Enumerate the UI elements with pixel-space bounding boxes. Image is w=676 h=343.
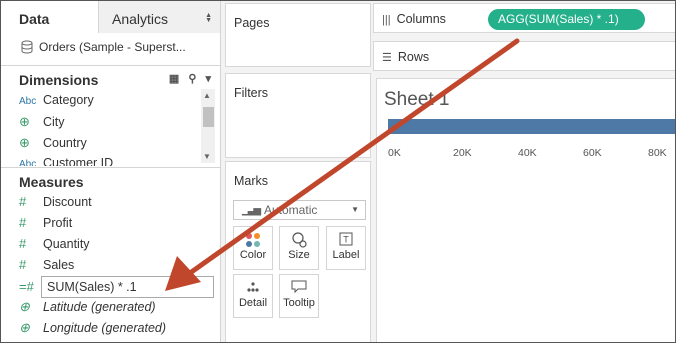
detail-icon: [234, 275, 272, 297]
dimensions-header: Dimensions ▦ ⚲ ▾: [1, 65, 221, 91]
chevron-down-icon: ▼: [351, 205, 359, 214]
filters-title: Filters: [234, 86, 269, 100]
text-label-icon: T: [327, 227, 365, 249]
mark-type-label: Automatic: [264, 203, 318, 217]
tab-data[interactable]: Data: [1, 1, 98, 33]
columns-text: Columns: [396, 12, 446, 26]
data-pane: Data Analytics ▲ ▼ Orders (Sample - Super…: [1, 1, 221, 342]
tableau-window: Data Analytics ▲ ▼ Orders (Sample - Super…: [0, 0, 676, 343]
number-type-icon: #: [19, 194, 27, 209]
measure-longitude[interactable]: ⊕ Longitude (generated): [19, 320, 166, 340]
pane-tabs: Data Analytics ▲ ▼: [1, 1, 221, 33]
tooltip-button[interactable]: Tooltip: [279, 274, 319, 318]
detail-label: Detail: [238, 297, 268, 309]
columns-icon: |||: [382, 14, 391, 26]
calc-field-name-input[interactable]: [41, 276, 214, 298]
pages-title: Pages: [234, 16, 270, 30]
size-label: Size: [288, 249, 310, 261]
measures-header: Measures: [1, 167, 221, 193]
string-type-icon: Abc: [19, 96, 37, 107]
pages-card[interactable]: Pages: [225, 3, 371, 67]
dimension-city-label: City: [43, 115, 65, 129]
rows-text: Rows: [397, 50, 430, 64]
dimension-country-label: Country: [43, 136, 87, 150]
database-icon: [21, 40, 33, 54]
measures-title: Measures: [19, 174, 84, 190]
number-type-icon: #: [19, 236, 27, 251]
list-view-icon[interactable]: ▦: [169, 73, 179, 85]
globe-icon: ⊕: [19, 135, 30, 150]
sheet-title[interactable]: Sheet 1: [384, 89, 450, 111]
dimensions-scrollbar[interactable]: ▲ ▼: [201, 89, 215, 163]
columns-shelf-label: ||| Columns: [382, 12, 446, 26]
dimensions-title: Dimensions: [19, 72, 99, 88]
measure-quantity-label: Quantity: [43, 237, 90, 251]
datasource-item[interactable]: Orders (Sample - Superst...: [1, 34, 221, 62]
marks-card: Marks ▁▃▅ Automatic ▼ Color Size T Label…: [225, 161, 371, 342]
rows-shelf[interactable]: ☰ Rows: [373, 41, 675, 71]
color-icon: [234, 227, 272, 249]
scroll-thumb[interactable]: [203, 107, 214, 127]
size-button[interactable]: Size: [279, 226, 319, 270]
number-type-icon: #: [19, 215, 27, 230]
dimensions-tools: ▦ ⚲ ▾: [163, 72, 211, 85]
measure-latitude[interactable]: ⊕ Latitude (generated): [19, 299, 156, 319]
measure-sales[interactable]: # Sales: [19, 257, 74, 277]
tab-analytics-label: Analytics: [112, 11, 169, 27]
dimension-city[interactable]: ⊕ City: [19, 114, 65, 134]
cards-area: Pages Filters Marks ▁▃▅ Automatic ▼ Colo…: [222, 1, 372, 342]
dimension-customer-id[interactable]: Abc Customer ID: [19, 156, 113, 166]
measure-discount[interactable]: # Discount: [19, 194, 92, 214]
rows-shelf-label: ☰ Rows: [382, 50, 429, 64]
color-label: Color: [239, 249, 267, 261]
calculated-number-icon: =#: [19, 279, 34, 294]
marks-title: Marks: [234, 174, 269, 188]
size-icon: [280, 227, 318, 249]
number-type-icon: #: [19, 257, 27, 272]
bar-chart-icon: ▁▃▅: [242, 205, 261, 216]
rows-icon: ☰: [382, 52, 392, 64]
search-icon[interactable]: ⚲: [188, 73, 196, 85]
x-tick-label: 0K: [388, 147, 401, 159]
tooltip-label: Tooltip: [283, 297, 315, 309]
measure-longitude-label: Longitude (generated): [43, 321, 167, 335]
label-label: Label: [332, 249, 360, 261]
string-type-icon: Abc: [19, 159, 37, 166]
columns-pill[interactable]: AGG(SUM(Sales) * .1): [488, 9, 645, 30]
detail-button[interactable]: Detail: [233, 274, 273, 318]
mark-type-dropdown[interactable]: ▁▃▅ Automatic ▼: [233, 200, 366, 220]
dropdown-icon[interactable]: ▾: [205, 73, 211, 85]
dimension-category-label: Category: [43, 93, 94, 107]
globe-icon: ⊕: [19, 320, 30, 335]
measure-discount-label: Discount: [43, 195, 92, 209]
calc-field-row: =#: [19, 279, 43, 299]
label-button[interactable]: T Label: [326, 226, 366, 270]
filters-card[interactable]: Filters: [225, 73, 371, 158]
globe-icon: ⊕: [19, 114, 30, 129]
x-tick-label: 40K: [518, 147, 537, 159]
scroll-down-icon[interactable]: ▼: [203, 152, 211, 161]
dimension-category[interactable]: Abc Category: [19, 93, 94, 113]
columns-shelf[interactable]: ||| Columns AGG(SUM(Sales) * .1): [373, 3, 675, 33]
updown-arrows-icon: ▲ ▼: [205, 12, 212, 24]
svg-text:T: T: [343, 235, 349, 245]
color-button[interactable]: Color: [233, 226, 273, 270]
measure-sales-label: Sales: [43, 258, 75, 272]
dimension-customer-id-label: Customer ID: [43, 156, 114, 166]
sheet-view: Sheet 1 0K 20K 40K 60K 80K: [376, 78, 675, 342]
tab-analytics[interactable]: Analytics ▲ ▼: [98, 1, 220, 33]
dimension-country[interactable]: ⊕ Country: [19, 135, 87, 155]
x-tick-label: 60K: [583, 147, 602, 159]
measure-latitude-label: Latitude (generated): [43, 300, 156, 314]
datasource-label: Orders (Sample - Superst...: [39, 40, 186, 54]
bar-mark[interactable]: [388, 119, 675, 134]
globe-icon: ⊕: [19, 299, 30, 314]
measure-profit[interactable]: # Profit: [19, 215, 72, 235]
measure-profit-label: Profit: [43, 216, 73, 230]
x-tick-label: 80K: [648, 147, 667, 159]
tooltip-icon: [280, 275, 318, 297]
x-tick-label: 20K: [453, 147, 472, 159]
measure-quantity[interactable]: # Quantity: [19, 236, 90, 256]
scroll-up-icon[interactable]: ▲: [203, 91, 211, 100]
